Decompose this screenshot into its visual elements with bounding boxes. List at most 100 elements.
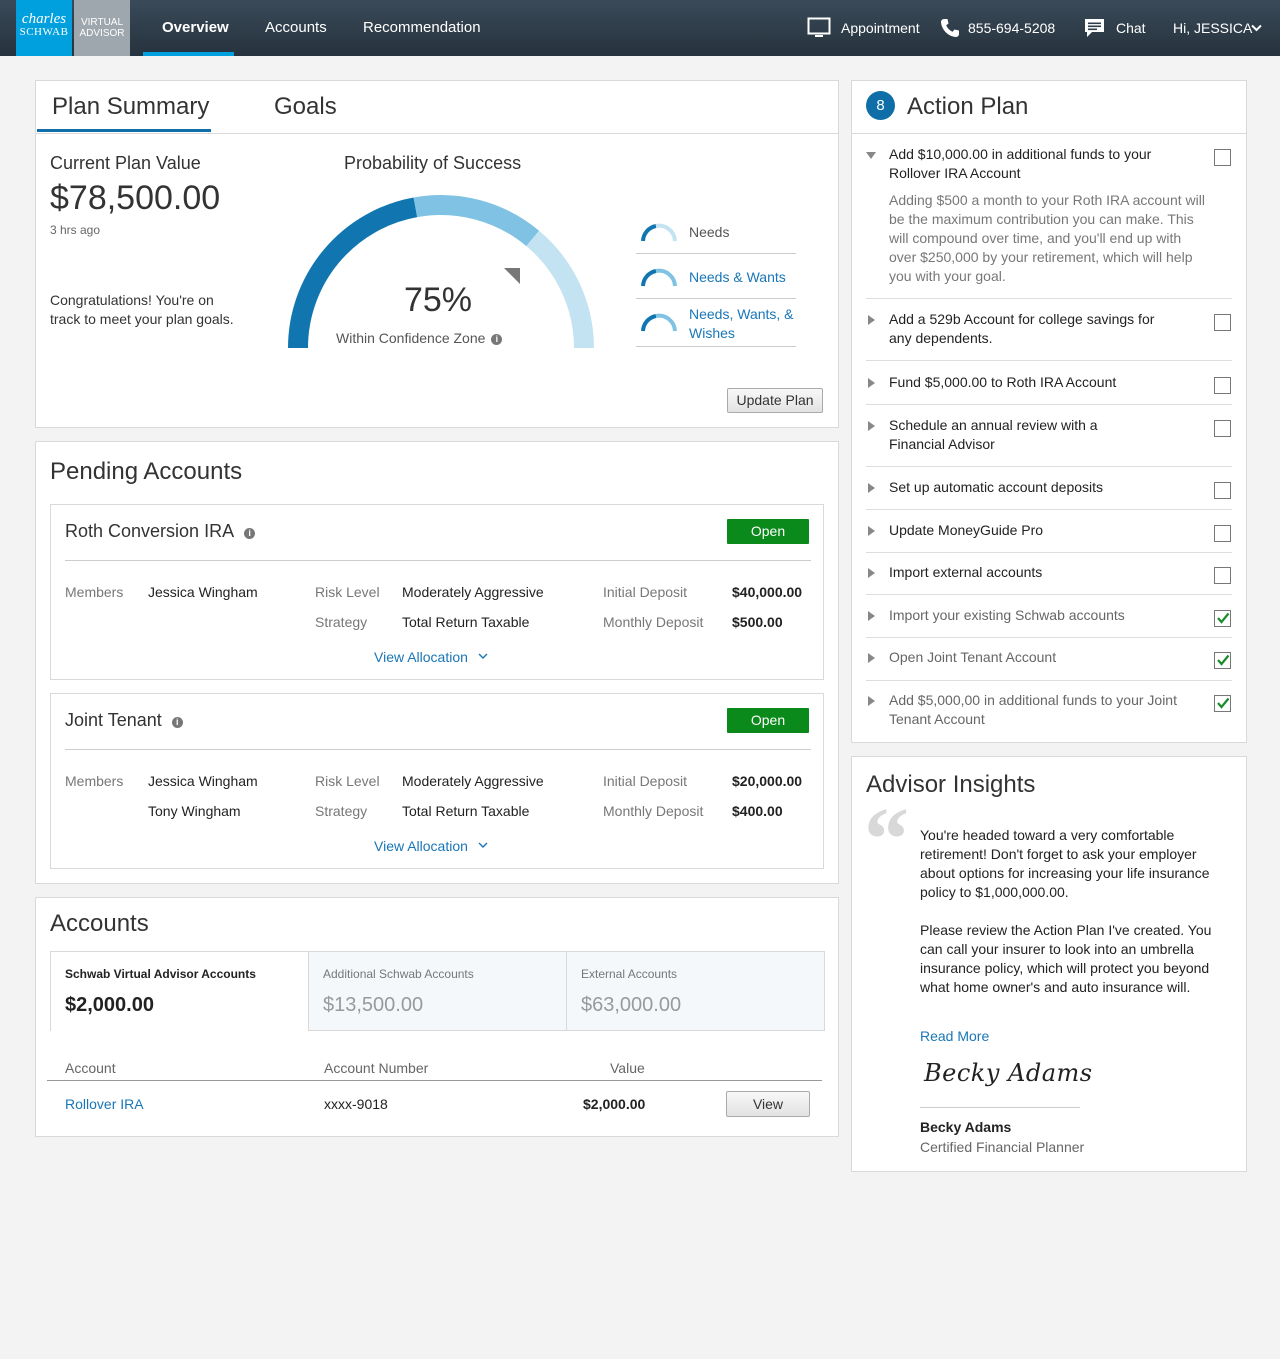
legend-needs-wants-wishes[interactable]: Needs, Wants, & Wishes (636, 305, 796, 345)
top-nav: charles SCHWAB VIRTUAL ADVISOR Overview … (0, 0, 1280, 56)
info-icon[interactable]: i (491, 334, 503, 345)
account-tab-value: $13,500.00 (323, 994, 424, 1016)
view-button[interactable]: View (726, 1091, 810, 1117)
caret-right-icon[interactable] (868, 653, 875, 663)
tab-external-accounts[interactable]: External Accounts $63,000.00 (566, 951, 825, 1031)
action-item[interactable]: Add a 529b Account for college savings f… (866, 310, 1232, 350)
read-more-link[interactable]: Read More (920, 1028, 989, 1044)
action-checkbox-checked[interactable] (1214, 610, 1231, 627)
members-label: Members (65, 584, 124, 600)
chevron-down-icon[interactable] (1251, 24, 1262, 32)
legend-label[interactable]: Needs & Wants (689, 268, 786, 287)
caret-right-icon[interactable] (868, 421, 875, 431)
active-tab-indicator (37, 129, 211, 132)
column-header-account-number: Account Number (324, 1060, 429, 1076)
action-checkbox[interactable] (1214, 567, 1231, 584)
account-link[interactable]: Rollover IRA (65, 1096, 144, 1112)
tab-divider (36, 133, 838, 134)
update-plan-button[interactable]: Update Plan (727, 388, 823, 413)
phone-icon[interactable] (940, 18, 960, 38)
strategy-value: Total Return Taxable (402, 803, 530, 819)
legend-label: Needs (689, 224, 730, 240)
action-item[interactable]: Fund $5,000.00 to Roth IRA Account (866, 373, 1232, 394)
table-header-divider (47, 1080, 822, 1081)
action-item[interactable]: Schedule an annual review with a Financi… (866, 416, 1232, 456)
nav-tab-accounts[interactable]: Accounts (265, 0, 327, 56)
updated-time: 3 hrs ago (50, 223, 101, 237)
caret-right-icon[interactable] (868, 568, 875, 578)
action-checkbox[interactable] (1214, 482, 1231, 499)
account-tab-title: External Accounts (581, 967, 678, 981)
caret-right-icon[interactable] (868, 696, 875, 706)
account-tab-title: Schwab Virtual Advisor Accounts (65, 967, 256, 981)
action-item-completed[interactable]: Import your existing Schwab accounts (866, 606, 1232, 627)
action-item[interactable]: Import external accounts (866, 563, 1232, 584)
member-name: Jessica Wingham (148, 584, 258, 600)
pending-accounts-panel: Pending Accounts Roth Conversion IRA i Op… (35, 441, 839, 884)
action-checkbox[interactable] (1214, 314, 1231, 331)
advisor-signature: Becky Adams (924, 1059, 1093, 1087)
tab-goals[interactable]: Goals (274, 93, 337, 121)
tab-additional-schwab-accounts[interactable]: Additional Schwab Accounts $13,500.00 (308, 951, 567, 1031)
probability-title: Probability of Success (344, 153, 522, 173)
action-checkbox-checked[interactable] (1214, 695, 1231, 712)
virtual-advisor-logo: VIRTUAL ADVISOR (74, 0, 130, 56)
action-checkbox[interactable] (1214, 420, 1231, 437)
action-item[interactable]: Update MoneyGuide Pro (866, 521, 1232, 542)
action-divider (866, 552, 1232, 553)
logo-text-advisor: ADVISOR (79, 28, 125, 39)
logo-text-virtual: VIRTUAL (80, 17, 124, 28)
advisor-name: Becky Adams (920, 1119, 1012, 1135)
action-item-completed[interactable]: Open Joint Tenant Account (866, 648, 1232, 669)
action-checkbox[interactable] (1214, 377, 1231, 394)
appointment-link[interactable]: Appointment (841, 0, 920, 56)
action-checkbox[interactable] (1214, 525, 1231, 542)
chat-link[interactable]: Chat (1116, 0, 1146, 56)
view-allocation-link[interactable]: View Allocation (374, 838, 488, 854)
pending-account-card: Joint Tenant i Open Members Jessica Wingh… (50, 693, 824, 869)
legend-divider (636, 298, 796, 299)
quote-mark-icon: “ (864, 790, 909, 889)
schwab-logo[interactable]: charles SCHWAB (16, 0, 72, 56)
caret-right-icon[interactable] (868, 378, 875, 388)
account-tab-value: $2,000.00 (65, 994, 154, 1016)
tab-schwab-virtual-advisor-accounts[interactable]: Schwab Virtual Advisor Accounts $2,000.0… (50, 951, 309, 1031)
strategy-label: Strategy (315, 614, 368, 630)
caret-right-icon[interactable] (868, 483, 875, 493)
legend-needs-wants[interactable]: Needs & Wants (636, 268, 796, 290)
open-button[interactable]: Open (727, 519, 809, 544)
user-menu[interactable]: Hi, JESSICA (1173, 0, 1252, 56)
action-item-text: Schedule an annual review with a Financi… (889, 417, 1098, 452)
open-button[interactable]: Open (727, 708, 809, 733)
nav-tab-recommendation[interactable]: Recommendation (363, 0, 481, 56)
monitor-icon[interactable] (807, 16, 831, 40)
chat-icon[interactable] (1084, 18, 1105, 39)
caret-right-icon[interactable] (868, 611, 875, 621)
action-item[interactable]: Set up automatic account deposits (866, 478, 1232, 499)
caret-right-icon[interactable] (868, 315, 875, 325)
action-item-expanded[interactable]: Add $10,000.00 in additional funds to yo… (866, 145, 1232, 185)
view-allocation-text[interactable]: View Allocation (374, 649, 468, 665)
header-divider (852, 133, 1246, 134)
caret-right-icon[interactable] (868, 526, 875, 536)
tab-plan-summary[interactable]: Plan Summary (52, 93, 209, 121)
accounts-title: Accounts (50, 910, 149, 937)
action-plan-title: Action Plan (907, 93, 1029, 120)
chevron-down-icon[interactable] (478, 653, 488, 660)
gauge-segment-needs (288, 197, 418, 349)
action-divider (866, 594, 1232, 595)
action-checkbox-checked[interactable] (1214, 652, 1231, 669)
action-item-completed[interactable]: Add $5,000,00 in additional funds to you… (866, 691, 1232, 731)
info-icon[interactable]: i (244, 528, 256, 539)
phone-number[interactable]: 855-694-5208 (968, 0, 1055, 56)
info-icon[interactable]: i (171, 717, 183, 728)
nav-tab-overview[interactable]: Overview (162, 0, 229, 56)
action-checkbox[interactable] (1214, 149, 1231, 166)
legend-label[interactable]: Needs, Wants, & Wishes (689, 305, 794, 343)
chevron-down-icon[interactable] (478, 842, 488, 849)
action-divider (866, 680, 1232, 681)
view-allocation-link[interactable]: View Allocation (374, 649, 488, 665)
caret-down-icon[interactable] (866, 152, 876, 159)
action-plan-panel: 8 Action Plan Add $10,000.00 in addition… (851, 80, 1247, 743)
view-allocation-text[interactable]: View Allocation (374, 838, 468, 854)
